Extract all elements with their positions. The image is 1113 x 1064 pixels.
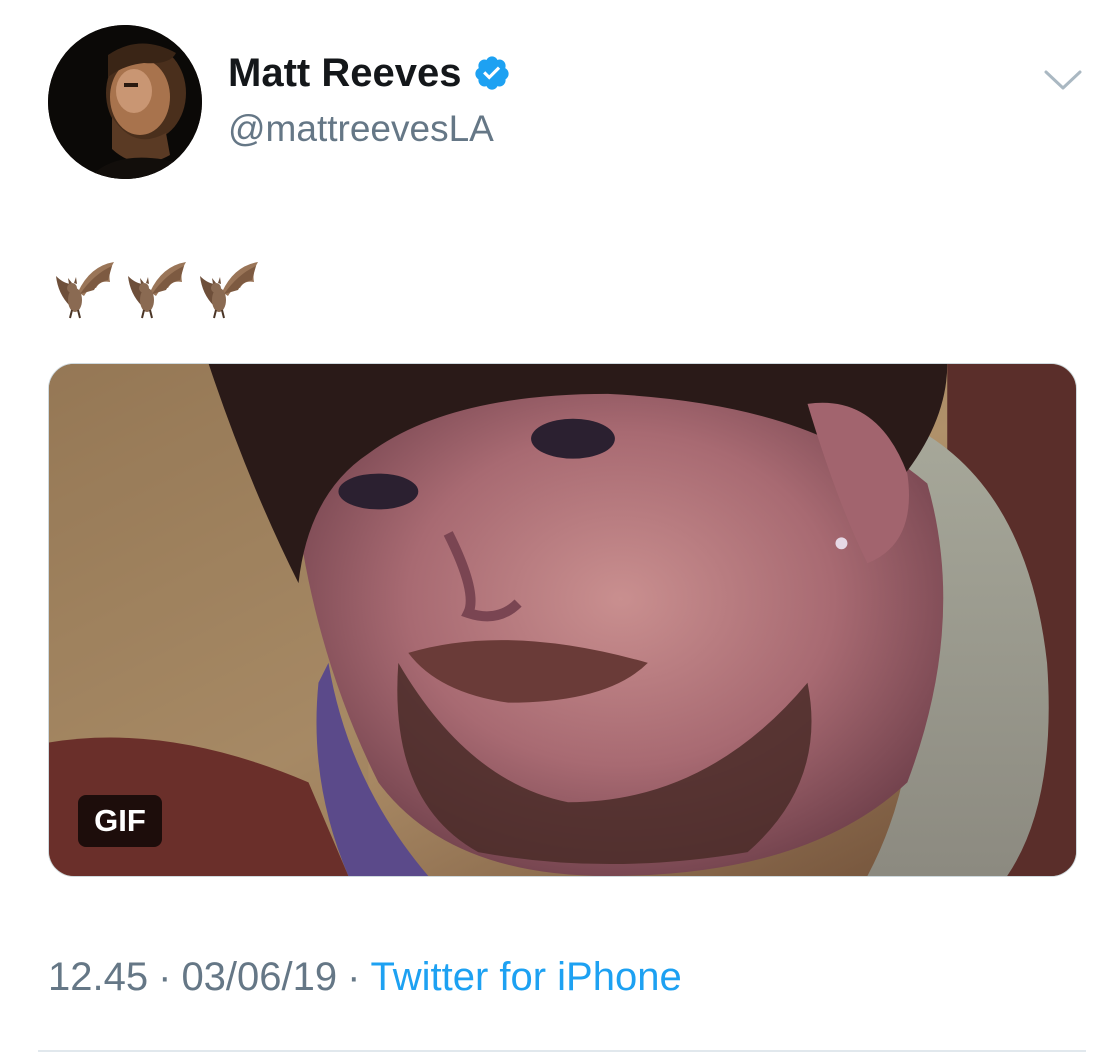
divider xyxy=(38,1050,1086,1052)
meta-separator: · xyxy=(158,955,172,999)
tweet-text: 🦇🦇🦇 xyxy=(50,252,266,326)
verified-badge-icon xyxy=(473,54,511,92)
chevron-down-icon[interactable] xyxy=(1042,64,1084,94)
tweet-gif-media[interactable] xyxy=(48,363,1077,877)
tweet-meta: 12.45 · 03/06/19 · Twitter for iPhone xyxy=(48,950,682,1004)
meta-separator: · xyxy=(347,955,361,999)
avatar[interactable] xyxy=(48,25,202,179)
author-name-row[interactable]: Matt Reeves xyxy=(228,48,511,98)
author-display-name[interactable]: Matt Reeves xyxy=(228,48,461,98)
tweet-time[interactable]: 12.45 xyxy=(48,955,148,999)
bat-emoji-icon xyxy=(122,254,192,324)
bat-emoji-icon xyxy=(194,254,264,324)
tweet-source-link[interactable]: Twitter for iPhone xyxy=(370,955,681,999)
tweet-date[interactable]: 03/06/19 xyxy=(181,955,337,999)
gif-badge: GIF xyxy=(78,795,162,847)
bat-emoji-icon xyxy=(50,254,120,324)
author-handle[interactable]: @mattreevesLA xyxy=(228,106,494,152)
